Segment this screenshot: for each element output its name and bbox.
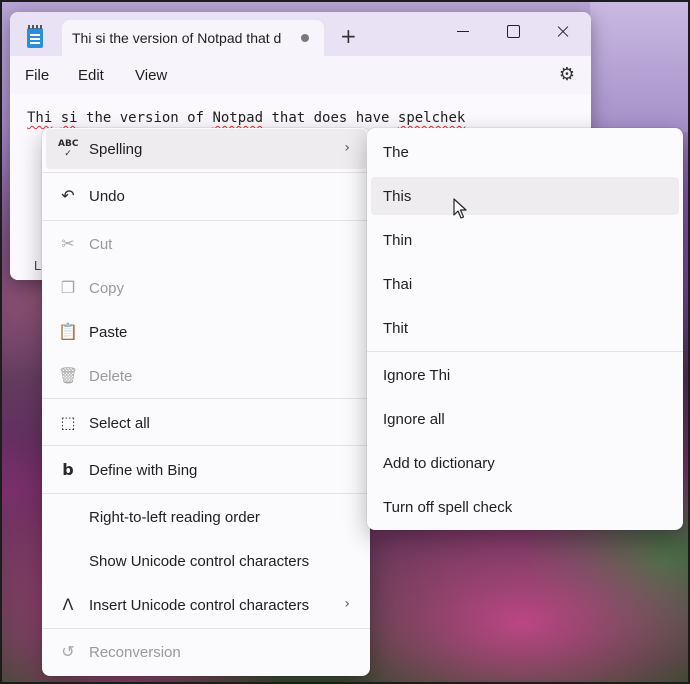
menu-item-insert-unicode-control[interactable]: Λ Insert Unicode control characters › xyxy=(46,585,366,625)
mouse-pointer-icon xyxy=(453,198,467,219)
wallpaper-sky xyxy=(590,2,688,132)
menu-item-label: Paste xyxy=(89,324,128,341)
undo-icon: ↶ xyxy=(61,186,75,205)
menu-separator xyxy=(367,351,683,352)
document-tab[interactable]: Thi si the version of Notpad that d xyxy=(62,20,324,56)
menu-item-label: Right-to-left reading order xyxy=(89,509,260,526)
menu-item-copy[interactable]: ❐ Copy xyxy=(46,268,366,308)
select-all-icon: ⬚ xyxy=(60,413,76,432)
editor-text-run: the version of xyxy=(77,110,213,126)
menu-item-reconversion[interactable]: ↺ Reconversion xyxy=(46,632,366,672)
menu-item-label: Define with Bing xyxy=(89,462,198,479)
ignore-word-item[interactable]: Ignore Thi xyxy=(371,356,679,394)
ignore-all-item[interactable]: Ignore all xyxy=(371,400,679,438)
suggestion-item[interactable]: Thin xyxy=(371,221,679,259)
action-label: Ignore all xyxy=(383,411,445,428)
menu-item-label: Reconversion xyxy=(89,644,181,661)
action-label: Turn off spell check xyxy=(383,499,513,516)
reconversion-icon: ↺ xyxy=(61,642,75,661)
editor-text-run: that does have xyxy=(263,110,398,126)
close-button[interactable] xyxy=(540,18,586,48)
menu-item-label: Spelling xyxy=(89,141,143,158)
chevron-right-icon: › xyxy=(344,140,350,156)
caret-icon: Λ xyxy=(62,595,74,614)
maximize-button[interactable] xyxy=(490,18,536,48)
menu-item-delete[interactable]: 🗑 Delete xyxy=(46,356,366,396)
menu-item-undo[interactable]: ↶ Undo xyxy=(46,176,366,216)
suggestion-label: This xyxy=(383,188,412,205)
abc-check-icon: ABC ✓ xyxy=(58,139,79,159)
trash-icon: 🗑 xyxy=(58,366,79,385)
notepad-app-icon xyxy=(27,25,43,48)
new-tab-button[interactable]: + xyxy=(340,26,357,46)
bing-icon: b xyxy=(62,460,74,479)
menu-item-define-with-bing[interactable]: b Define with Bing xyxy=(46,450,366,490)
menu-separator xyxy=(42,220,370,221)
spelling-submenu: The This Thin Thai Thit Ignore Thi Ignor… xyxy=(367,128,683,530)
menu-item-show-unicode-control[interactable]: Show Unicode control characters xyxy=(46,541,366,581)
menu-bar: File Edit View ⚙ xyxy=(10,56,591,94)
misspelled-word[interactable]: si xyxy=(61,110,78,126)
suggestion-item[interactable]: The xyxy=(371,133,679,171)
menu-view[interactable]: View xyxy=(135,67,167,84)
copy-icon: ❐ xyxy=(60,278,76,297)
screenshot-frame: Thi si the version of Notpad that d + Fi… xyxy=(0,0,690,684)
menu-file[interactable]: File xyxy=(25,67,49,84)
menu-separator xyxy=(42,628,370,629)
menu-separator xyxy=(42,445,370,446)
minimize-button[interactable] xyxy=(440,18,486,48)
title-bar[interactable]: Thi si the version of Notpad that d + xyxy=(10,12,591,56)
chevron-right-icon: › xyxy=(344,596,350,612)
menu-item-label: Insert Unicode control characters xyxy=(89,597,310,614)
menu-item-label: Show Unicode control characters xyxy=(89,553,310,570)
unsaved-dot-icon[interactable] xyxy=(301,34,309,42)
menu-separator xyxy=(42,398,370,399)
context-menu: ABC ✓ Spelling › ↶ Undo ✂ Cut ❐ Copy 📋 Pa… xyxy=(42,128,370,676)
editor-text-run xyxy=(52,110,60,126)
editor-content[interactable]: Thi si the version of Notpad that does h… xyxy=(27,110,465,126)
turn-off-spell-check-item[interactable]: Turn off spell check xyxy=(371,488,679,526)
menu-item-label: Undo xyxy=(89,188,125,205)
menu-item-label: Select all xyxy=(89,415,150,432)
menu-item-cut[interactable]: ✂ Cut xyxy=(46,224,366,264)
action-label: Add to dictionary xyxy=(383,455,495,472)
settings-gear-icon[interactable]: ⚙ xyxy=(559,66,575,84)
menu-item-label: Cut xyxy=(89,236,113,253)
suggestion-label: Thit xyxy=(383,320,409,337)
add-to-dictionary-item[interactable]: Add to dictionary xyxy=(371,444,679,482)
suggestion-item[interactable]: Thai xyxy=(371,265,679,303)
menu-separator xyxy=(42,493,370,494)
action-label: Ignore Thi xyxy=(383,367,451,384)
menu-item-paste[interactable]: 📋 Paste xyxy=(46,312,366,352)
misspelled-word[interactable]: spelchek xyxy=(398,110,465,126)
scissors-icon: ✂ xyxy=(61,234,75,253)
suggestion-label: Thin xyxy=(383,232,413,249)
menu-item-label: Copy xyxy=(89,280,125,297)
misspelled-word[interactable]: Thi xyxy=(27,110,52,126)
paste-icon: 📋 xyxy=(58,322,78,341)
menu-separator xyxy=(42,172,370,173)
misspelled-word[interactable]: Notpad xyxy=(212,110,263,126)
tab-title: Thi si the version of Notpad that d xyxy=(72,30,282,46)
menu-item-select-all[interactable]: ⬚ Select all xyxy=(46,403,366,443)
suggestion-label: Thai xyxy=(383,276,413,293)
suggestion-item[interactable]: This xyxy=(371,177,679,215)
menu-item-rtl-reading-order[interactable]: Right-to-left reading order xyxy=(46,497,366,537)
menu-item-label: Delete xyxy=(89,368,133,385)
menu-item-spelling[interactable]: ABC ✓ Spelling › xyxy=(46,129,366,169)
suggestion-item[interactable]: Thit xyxy=(371,309,679,347)
menu-edit[interactable]: Edit xyxy=(78,67,104,84)
suggestion-label: The xyxy=(383,144,409,161)
